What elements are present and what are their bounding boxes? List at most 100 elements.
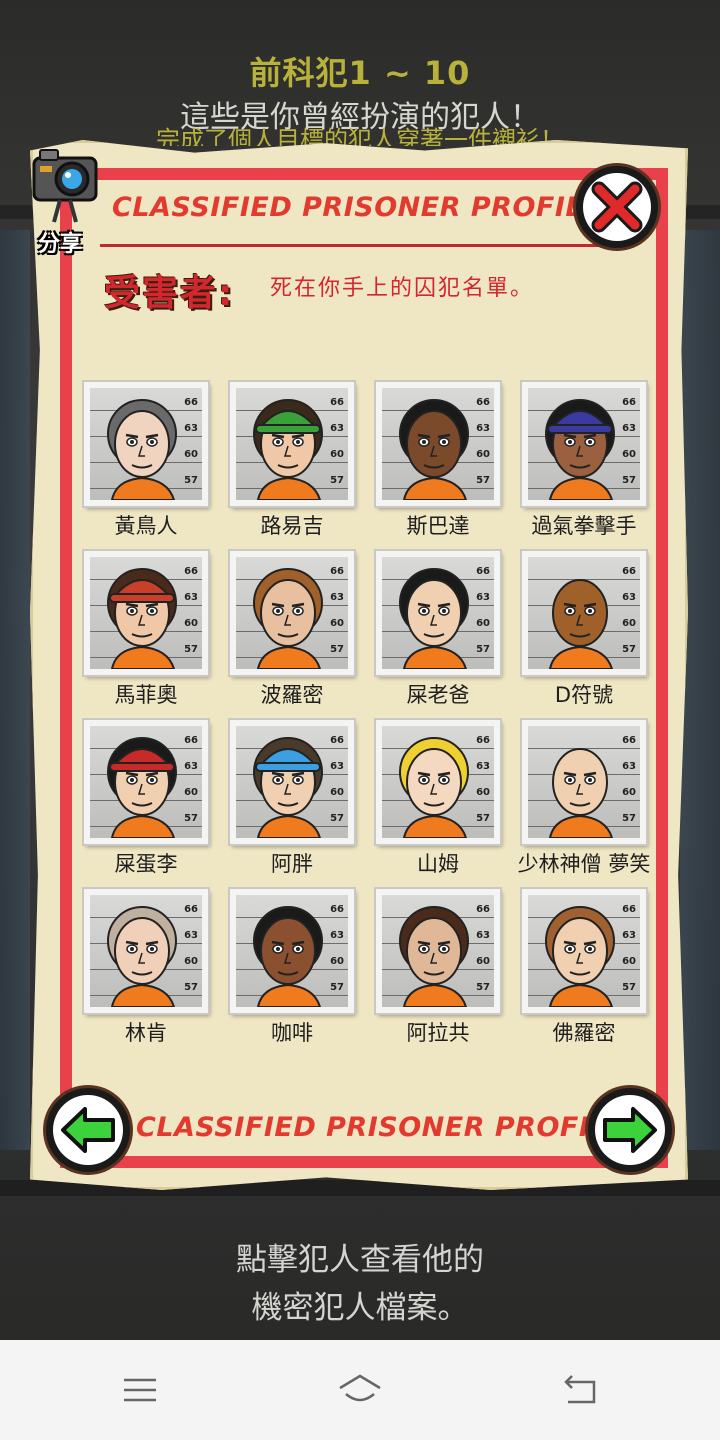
prev-page-button[interactable]	[46, 1088, 130, 1172]
next-page-button[interactable]	[588, 1088, 672, 1172]
profile-heading: CLASSIFIED PRISONER PROFILE	[112, 192, 603, 223]
prisoner-name: 過氣拳擊手	[531, 514, 637, 538]
prisoner-face-icon	[548, 579, 614, 669]
prisoner-card[interactable]: 66 63 60 57 屎老爸	[376, 551, 500, 711]
prisoner-face-icon	[253, 737, 323, 838]
height-chart-backdrop: 66 63 60 57	[528, 388, 640, 500]
instruction-hint: 點擊犯人查看他的 機密犯人檔案。	[0, 1236, 720, 1332]
victim-label: 受害者:	[104, 273, 235, 314]
background-wall-right	[680, 230, 720, 1150]
height-chart-backdrop: 66 63 60 57	[528, 726, 640, 838]
camera-icon	[32, 149, 98, 223]
height-chart-backdrop: 66 63 60 57	[90, 557, 202, 669]
prisoner-name: 屎老爸	[406, 683, 470, 707]
prisoner-card[interactable]: 66 63 60 57 少林神僧 夢笑	[518, 720, 650, 880]
prisoner-card[interactable]: 66 63 60 57 佛羅密	[522, 889, 646, 1049]
height-chart-backdrop: 66 63 60 57	[382, 895, 494, 1007]
mugshot-photo: 66 63 60 57	[522, 551, 646, 675]
mugshot-photo: 66 63 60 57	[230, 889, 354, 1013]
prisoner-name: 屎蛋李	[114, 852, 178, 876]
prisoner-face-icon	[253, 906, 323, 1007]
prisoner-face-icon	[253, 568, 323, 669]
prisoner-name: 波羅密	[260, 683, 324, 707]
height-chart-backdrop: 66 63 60 57	[528, 557, 640, 669]
mugshot-photo: 66 63 60 57	[84, 889, 208, 1013]
prisoner-face-icon	[107, 568, 177, 669]
prisoner-face-icon	[545, 399, 615, 500]
back-icon[interactable]	[556, 1370, 604, 1410]
prisoner-name: 林肯	[125, 1021, 167, 1045]
prisoner-name: 馬菲奧	[114, 683, 178, 707]
prisoner-name: 少林神僧 夢笑	[517, 852, 651, 876]
arrow-left-icon	[61, 1107, 115, 1153]
close-button[interactable]	[576, 166, 658, 248]
home-icon[interactable]	[336, 1370, 384, 1410]
heading-divider	[100, 244, 620, 247]
prisoner-name: 佛羅密	[552, 1021, 616, 1045]
mugshot-photo: 66 63 60 57	[522, 889, 646, 1013]
share-label: 分享	[38, 232, 83, 257]
mugshot-photo: 66 63 60 57	[376, 382, 500, 506]
mugshot-photo: 66 63 60 57	[376, 889, 500, 1013]
height-chart-backdrop: 66 63 60 57	[90, 895, 202, 1007]
prisoner-card[interactable]: 66 63 60 57 屎蛋李	[84, 720, 208, 880]
prisoner-card[interactable]: 66 63 60 57 阿胖	[230, 720, 354, 880]
prisoner-face-icon	[399, 399, 469, 500]
height-chart-backdrop: 66 63 60 57	[90, 726, 202, 838]
prisoner-face-icon	[399, 737, 469, 838]
prisoner-card[interactable]: 66 63 60 57 山姆	[376, 720, 500, 880]
height-chart-backdrop: 66 63 60 57	[90, 388, 202, 500]
prisoner-name: 阿拉共	[406, 1021, 470, 1045]
height-chart-backdrop: 66 63 60 57	[236, 388, 348, 500]
prisoner-face-icon	[548, 748, 614, 838]
prisoner-card[interactable]: 66 63 60 57 林肯	[84, 889, 208, 1049]
prisoner-face-icon	[107, 906, 177, 1007]
height-chart-backdrop: 66 63 60 57	[236, 726, 348, 838]
hint-line-2: 機密犯人檔案。	[251, 1290, 469, 1326]
prisoner-card[interactable]: 66 63 60 57 馬菲奧	[84, 551, 208, 711]
prisoner-card[interactable]: 66 63 60 57 黃鳥人	[84, 382, 208, 542]
prisoner-name: 阿胖	[271, 852, 313, 876]
prisoner-name: 路易吉	[260, 514, 324, 538]
prisoner-name: 山姆	[417, 852, 459, 876]
prisoner-face-icon	[545, 906, 615, 1007]
close-icon	[591, 181, 643, 233]
mugshot-photo: 66 63 60 57	[376, 720, 500, 844]
prisoner-card[interactable]: 66 63 60 57 阿拉共	[376, 889, 500, 1049]
prisoner-name: 黃鳥人	[114, 514, 178, 538]
mugshot-photo: 66 63 60 57	[84, 382, 208, 506]
prisoner-face-icon	[107, 399, 177, 500]
prisoner-card[interactable]: 66 63 60 57 波羅密	[230, 551, 354, 711]
menu-icon[interactable]	[116, 1370, 164, 1410]
mugshot-photo: 66 63 60 57	[84, 551, 208, 675]
height-chart-backdrop: 66 63 60 57	[528, 895, 640, 1007]
prisoner-face-icon	[107, 737, 177, 838]
arrow-right-icon	[603, 1107, 657, 1153]
prisoner-card[interactable]: 66 63 60 57 過氣拳擊手	[522, 382, 646, 542]
prisoner-card[interactable]: 66 63 60 57 路易吉	[230, 382, 354, 542]
prisoner-face-icon	[399, 906, 469, 1007]
prisoner-name: D符號	[554, 683, 614, 707]
prisoner-face-icon	[253, 399, 323, 500]
background-wall-left	[0, 230, 30, 1150]
prisoner-card[interactable]: 66 63 60 57 D符號	[522, 551, 646, 711]
mugshot-photo: 66 63 60 57	[230, 720, 354, 844]
system-nav-bar	[0, 1340, 720, 1440]
victim-description: 死在你手上的囚犯名單。	[270, 276, 535, 301]
height-chart-backdrop: 66 63 60 57	[382, 388, 494, 500]
mugshot-photo: 66 63 60 57	[230, 551, 354, 675]
mugshot-photo: 66 63 60 57	[522, 382, 646, 506]
prisoner-face-icon	[399, 568, 469, 669]
height-chart-backdrop: 66 63 60 57	[382, 557, 494, 669]
prisoner-card[interactable]: 66 63 60 57 咖啡	[230, 889, 354, 1049]
prisoner-card[interactable]: 66 63 60 57 斯巴達	[376, 382, 500, 542]
prisoner-name: 斯巴達	[406, 514, 470, 538]
profile-footer: CLASSIFIED PRISONER PROFILE	[136, 1112, 627, 1143]
mugshot-photo: 66 63 60 57	[376, 551, 500, 675]
page-title: 前科犯1 ~ 10	[249, 54, 471, 92]
mugshot-photo: 66 63 60 57	[84, 720, 208, 844]
prisoner-name: 咖啡	[271, 1021, 313, 1045]
hint-line-1: 點擊犯人查看他的	[236, 1242, 484, 1278]
mugshot-photo: 66 63 60 57	[230, 382, 354, 506]
share-button[interactable]: 分享	[30, 142, 102, 257]
